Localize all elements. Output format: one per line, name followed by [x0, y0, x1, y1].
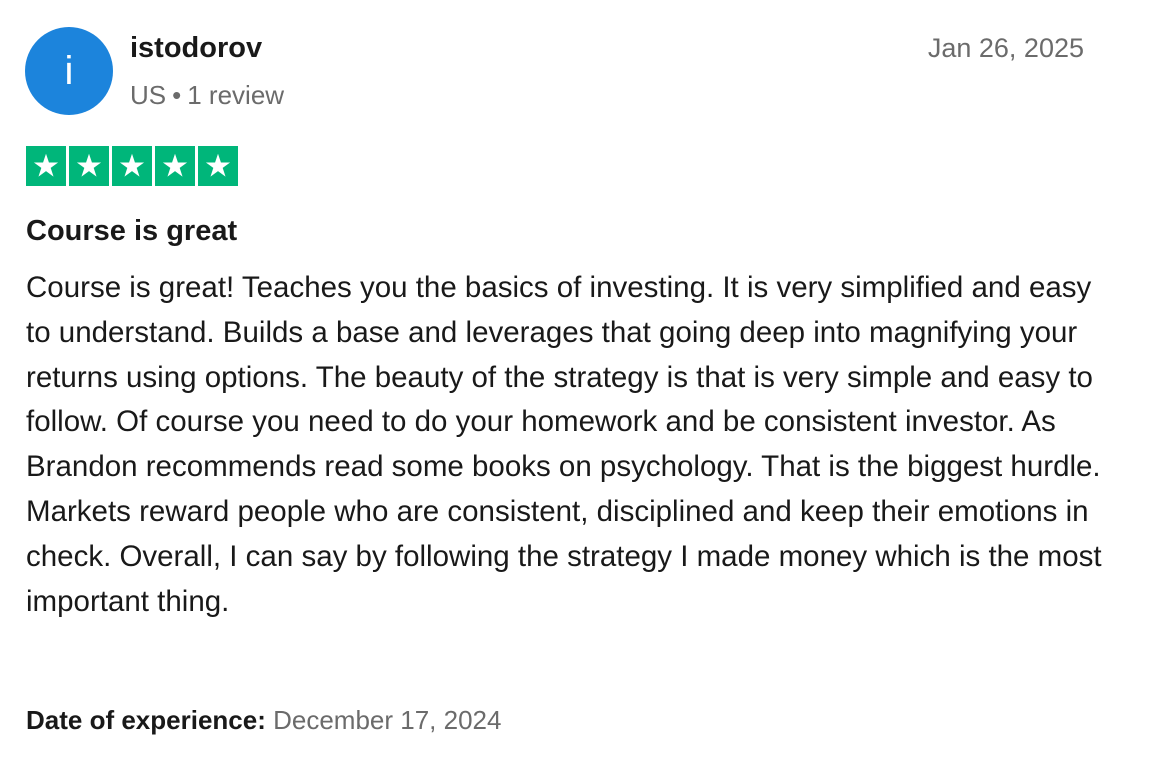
reviewer-country: US	[130, 80, 167, 110]
date-of-experience: Date of experience: December 17, 2024	[26, 702, 501, 738]
avatar[interactable]: i	[25, 27, 113, 115]
review-date: Jan 26, 2025	[927, 33, 1084, 63]
experience-label: Date of experience:	[26, 705, 266, 735]
star-icon	[205, 153, 231, 177]
star-box	[198, 146, 238, 186]
star-rating	[26, 146, 238, 186]
star-icon	[33, 153, 59, 177]
star-box	[155, 146, 195, 186]
review-body: Course is great! Teaches you the basics …	[26, 271, 1102, 618]
reviewer-review-count: 1 review	[187, 80, 285, 110]
star-icon	[119, 153, 145, 177]
meta-separator: •	[172, 80, 182, 110]
star-box	[112, 146, 152, 186]
reviewer-meta: US • 1 review	[130, 78, 284, 112]
reviewer-name[interactable]: istodorov	[130, 30, 262, 66]
avatar-initial: i	[64, 49, 74, 93]
review-card: i istodorov US • 1 review Jan 26, 2025 Cou…	[0, 0, 1154, 760]
review-title[interactable]: Course is great	[26, 212, 237, 250]
star-box	[26, 146, 66, 186]
experience-date: December 17, 2024	[273, 705, 502, 735]
star-icon	[76, 153, 102, 177]
star-icon	[162, 153, 188, 177]
star-box	[69, 146, 109, 186]
